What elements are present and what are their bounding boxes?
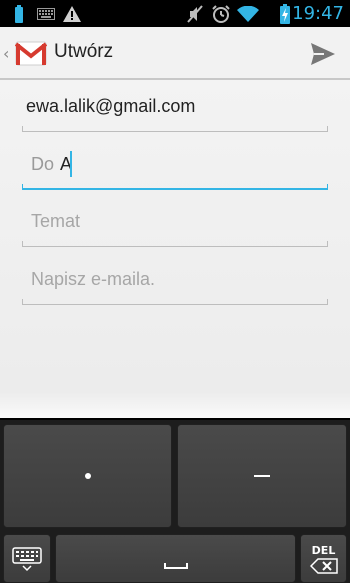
text-cursor — [70, 151, 72, 177]
status-bar: 19:47 — [0, 0, 350, 27]
send-button[interactable] — [306, 37, 340, 71]
from-value: ewa.lalik@gmail.com — [26, 96, 196, 116]
dot-key[interactable] — [3, 424, 172, 528]
dash-icon — [254, 475, 270, 477]
gmail-icon[interactable] — [14, 39, 48, 67]
dot-icon — [84, 473, 91, 479]
battery-small-icon — [12, 0, 26, 27]
alarm-icon — [211, 0, 231, 27]
subject-field[interactable]: Temat — [22, 195, 328, 247]
dash-key[interactable] — [177, 424, 347, 528]
compose-bottom-edge — [0, 392, 350, 418]
backspace-icon — [309, 557, 338, 574]
del-label: DEL — [311, 543, 336, 557]
keyboard-switch-key[interactable] — [3, 534, 51, 583]
space-key[interactable] — [55, 534, 296, 583]
keyboard-icon — [12, 546, 42, 571]
compose-form: ewa.lalik@gmail.com Do A Temat Napisz e-… — [0, 80, 350, 392]
warning-icon — [62, 0, 82, 27]
send-icon — [311, 43, 335, 65]
page-title: Utwórz — [54, 41, 114, 62]
to-label: Do — [31, 154, 55, 174]
onscreen-keyboard: DEL — [0, 418, 350, 583]
subject-placeholder: Temat — [31, 211, 81, 231]
body-placeholder: Napisz e-maila. — [31, 269, 156, 289]
from-field[interactable]: ewa.lalik@gmail.com — [22, 80, 328, 132]
delete-key[interactable]: DEL — [300, 534, 347, 583]
back-chevron-icon[interactable]: ‹ — [3, 44, 9, 63]
body-field[interactable]: Napisz e-maila. — [22, 253, 328, 305]
clock-time: 19:47 — [292, 3, 344, 24]
keyboard-icon — [36, 0, 56, 27]
battery-charging-icon — [278, 0, 292, 27]
wifi-icon — [236, 0, 260, 27]
action-bar: ‹ Utwórz — [0, 27, 350, 80]
mute-icon — [186, 0, 204, 27]
space-icon — [163, 562, 188, 569]
